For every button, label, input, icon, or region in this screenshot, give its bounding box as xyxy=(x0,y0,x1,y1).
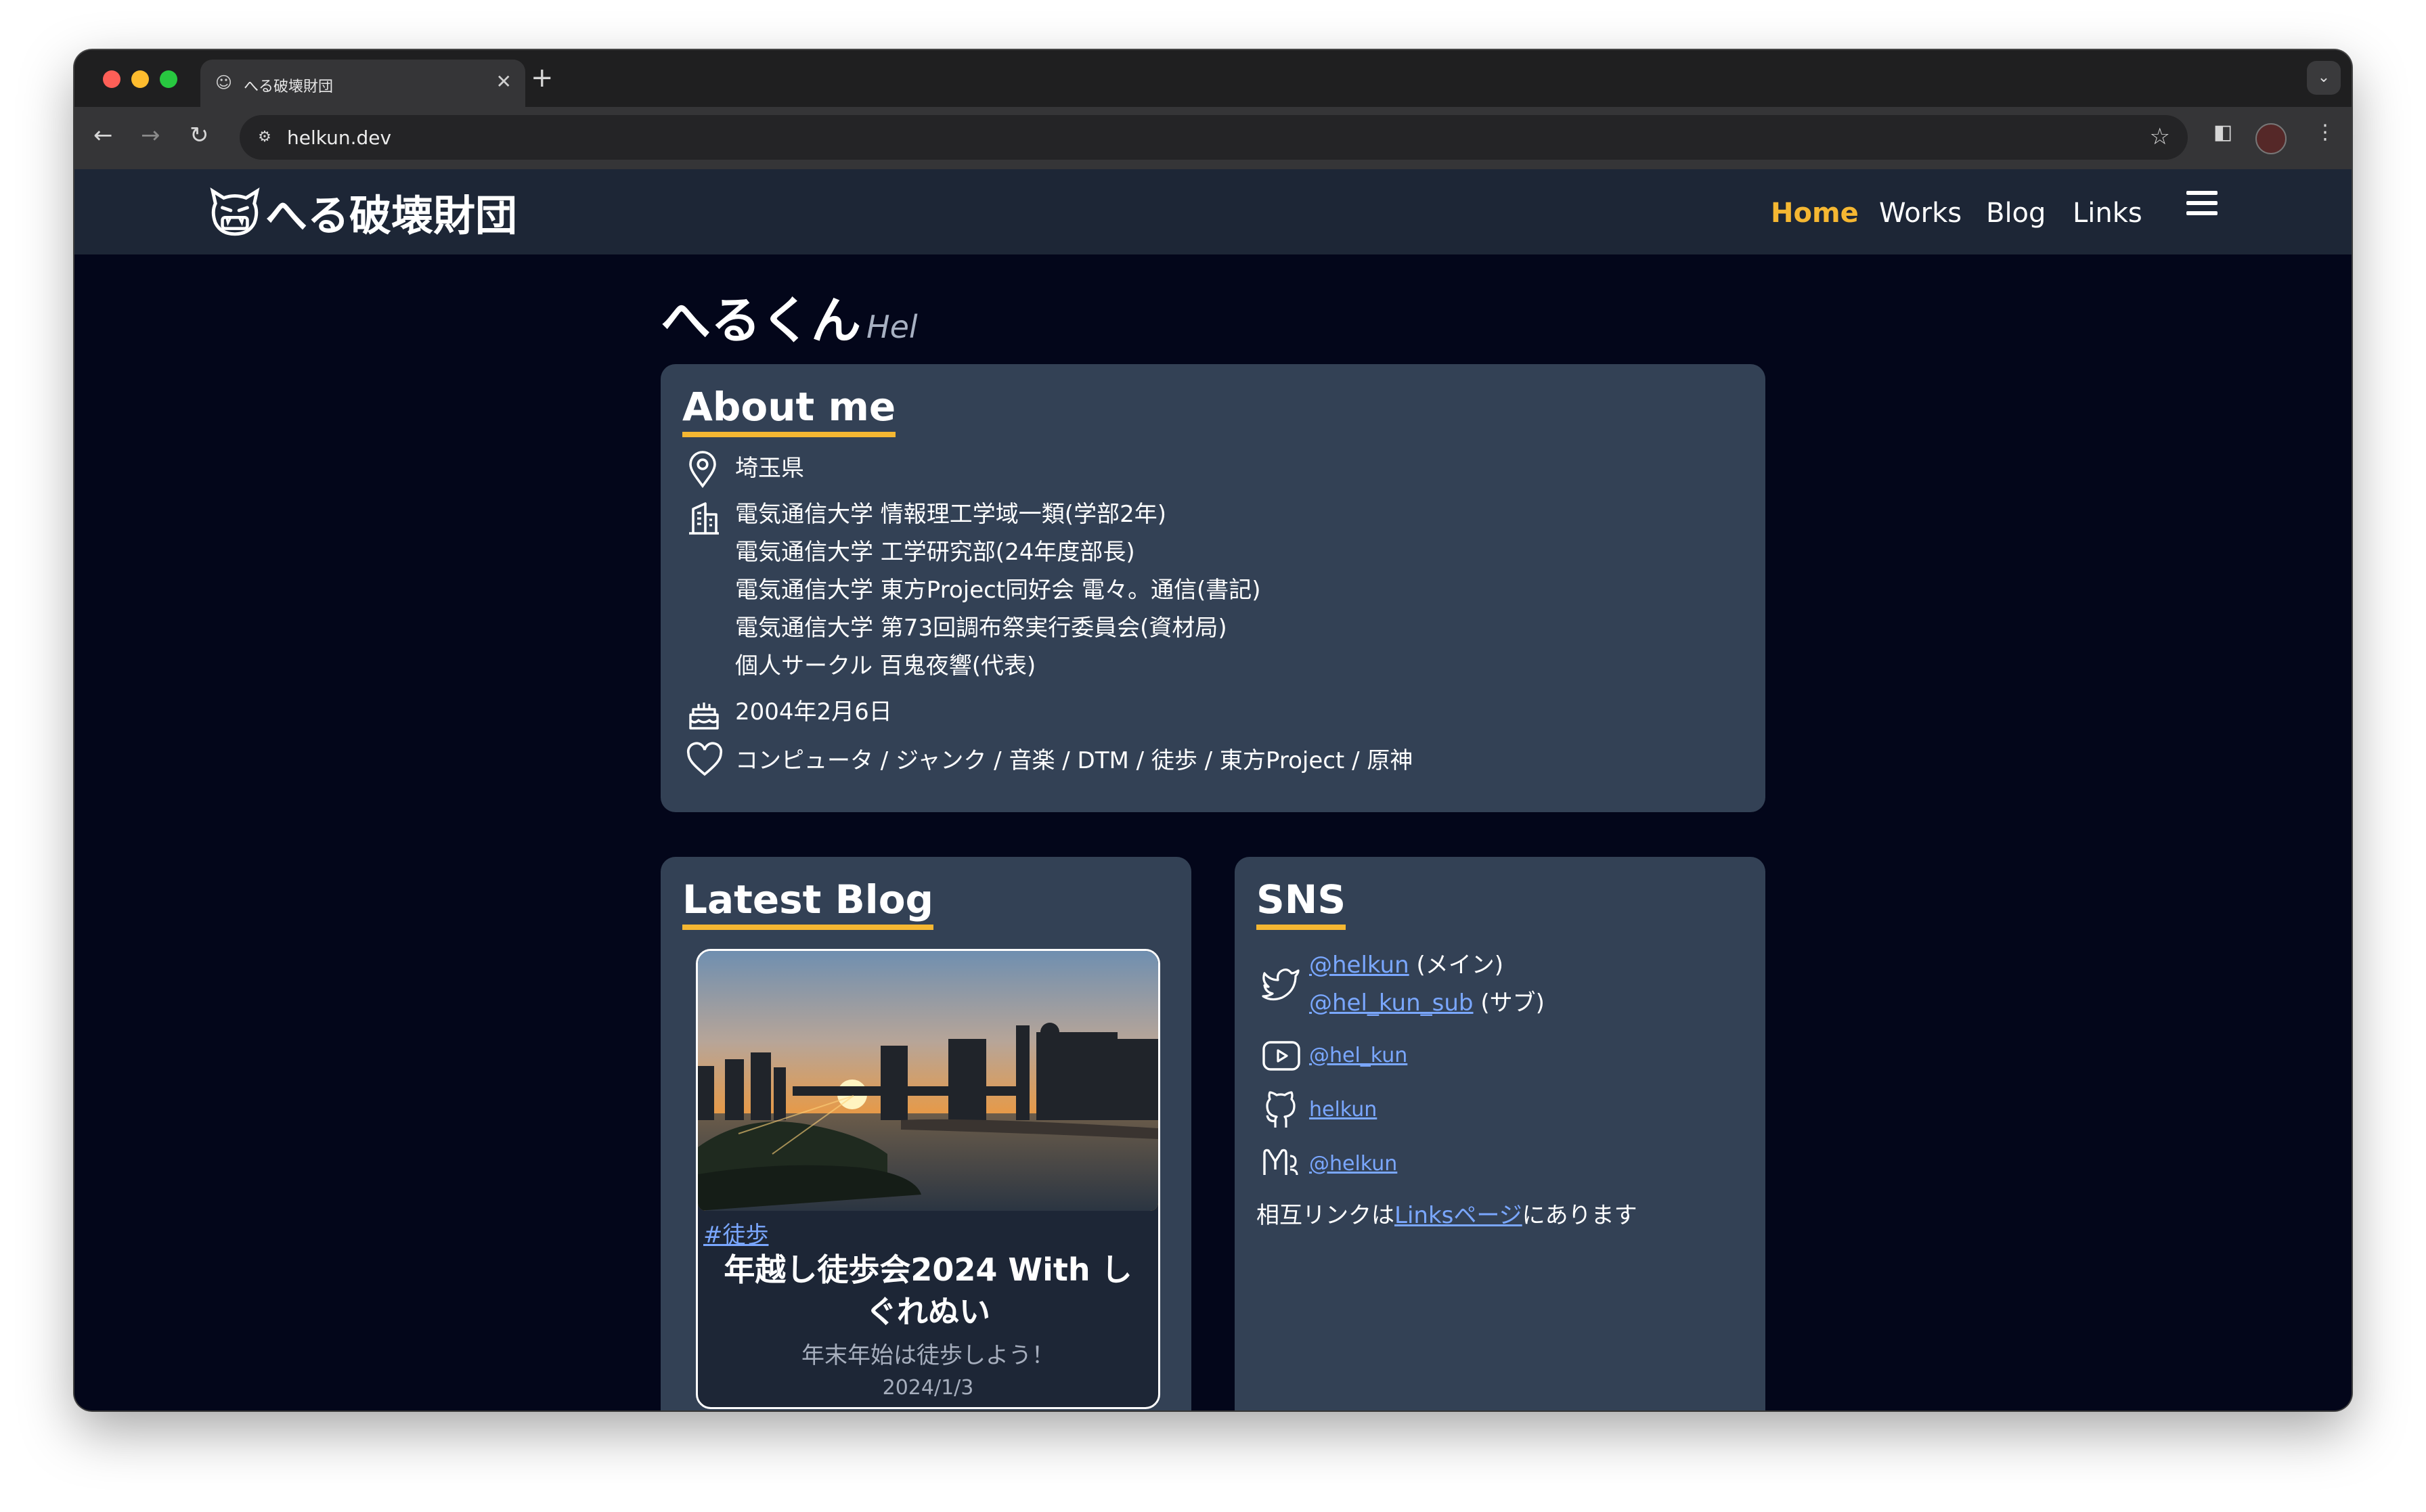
tab-search-chevron-icon[interactable]: ⌄ xyxy=(2307,61,2341,95)
twitter-bird-icon xyxy=(1262,969,1300,1001)
blog-post-tag[interactable]: #徒歩 xyxy=(703,1216,769,1249)
twitter-sub-link[interactable]: @hel_kun_sub xyxy=(1309,990,1474,1017)
latest-blog-title: Latest Blog xyxy=(682,878,934,930)
nav-works[interactable]: Works xyxy=(1879,198,1962,229)
links-note-prefix: 相互リンクは xyxy=(1256,1202,1394,1229)
links-page-link[interactable]: Linksページ xyxy=(1394,1202,1522,1229)
heart-icon xyxy=(686,742,723,776)
about-me-card: About me 埼玉県 電気通信大学 情報理工学域一類(学部2年) 電気通信大… xyxy=(661,364,1765,812)
address-bar[interactable]: ⚙ helkun.dev ☆ xyxy=(240,115,2188,160)
building-icon xyxy=(689,502,719,535)
nav-home[interactable]: Home xyxy=(1771,198,1859,229)
location-text: 埼玉県 xyxy=(735,455,804,482)
location-pin-icon xyxy=(689,451,716,489)
affiliation-item: 電気通信大学 工学研究部(24年度部長) xyxy=(735,539,1135,566)
twitter-main-note: (メイン) xyxy=(1416,952,1503,979)
youtube-link[interactable]: @hel_kun xyxy=(1309,1044,1407,1067)
hamburger-menu-icon[interactable] xyxy=(2186,191,2218,218)
forward-arrow-icon[interactable]: → xyxy=(141,122,160,149)
demon-mask-icon xyxy=(210,187,260,236)
site-settings-icon[interactable]: ⚙ xyxy=(252,125,278,150)
misskey-icon xyxy=(1263,1149,1298,1176)
browser-tab[interactable]: ☺ へる破壊財団 ✕ xyxy=(200,60,525,107)
close-tab-icon[interactable]: ✕ xyxy=(496,70,512,93)
blog-post-description: 年末年始は徒歩しよう！ xyxy=(801,1342,1055,1369)
sns-title: SNS xyxy=(1256,878,1346,930)
likes-text: コンピュータ / ジャンク / 音楽 / DTM / 徒歩 / 東方Projec… xyxy=(735,747,1413,774)
about-me-title: About me xyxy=(682,385,896,437)
address-url[interactable]: helkun.dev xyxy=(287,127,391,149)
twitter-sub-row: @hel_kun_sub (サブ) xyxy=(1309,990,1545,1017)
blog-post-card[interactable]: #徒歩 年越し徒歩会2024 With しぐれぬい 年末年始は徒歩しよう！ 20… xyxy=(696,949,1160,1409)
sns-card: SNS @helkun (メイン) @hel_kun_sub (サブ) @hel… xyxy=(1235,857,1765,1410)
nav-blog[interactable]: Blog xyxy=(1986,198,2046,229)
youtube-row: @hel_kun xyxy=(1309,1044,1407,1068)
close-window-button[interactable] xyxy=(103,70,120,88)
twitter-sub-note: (サブ) xyxy=(1480,990,1545,1017)
nav-links[interactable]: Links xyxy=(2073,198,2142,229)
browser-toolbar: ← → ↻ ⚙ helkun.dev ☆ ◧ ⋮ xyxy=(74,107,2352,169)
affiliation-item: 電気通信大学 第73回調布祭実行委員会(資材局) xyxy=(735,615,1227,642)
tab-title: へる破壊財団 xyxy=(244,79,334,95)
github-link[interactable]: helkun xyxy=(1309,1098,1377,1121)
browser-window: ☺ へる破壊財団 ✕ + ⌄ ← → ↻ ⚙ helkun.dev ☆ ◧ ⋮ xyxy=(74,50,2352,1410)
blog-post-thumbnail xyxy=(698,951,1158,1211)
affiliation-item: 個人サークル 百鬼夜響(代表) xyxy=(735,652,1036,680)
site-logo[interactable]: へる破壊財団 xyxy=(207,183,517,241)
profile-alias: Hel xyxy=(866,309,918,345)
minimize-window-button[interactable] xyxy=(131,70,149,88)
misskey-row: @helkun xyxy=(1309,1152,1397,1176)
page-title: へるくん Hel xyxy=(661,280,918,353)
site-logo-text: へる破壊財団 xyxy=(265,191,518,240)
twitter-main-link[interactable]: @helkun xyxy=(1309,952,1409,979)
profile-name: へるくん xyxy=(661,292,861,350)
twitter-main-row: @helkun (メイン) xyxy=(1309,952,1503,979)
birthday-cake-icon xyxy=(689,703,719,730)
side-panel-icon[interactable]: ◧ xyxy=(2213,120,2232,144)
more-menu-icon[interactable]: ⋮ xyxy=(2315,120,2335,144)
profile-avatar[interactable] xyxy=(2255,123,2287,154)
links-note-suffix: にあります xyxy=(1522,1202,1637,1229)
maximize-window-button[interactable] xyxy=(160,70,177,88)
misskey-link[interactable]: @helkun xyxy=(1309,1152,1397,1176)
birthday-text: 2004年2月6日 xyxy=(735,698,892,726)
bookmark-star-icon[interactable]: ☆ xyxy=(2150,123,2170,150)
blog-post-date: 2024/1/3 xyxy=(882,1376,974,1400)
blog-post-title[interactable]: 年越し徒歩会2024 With しぐれぬい xyxy=(711,1249,1145,1333)
site-header: へる破壊財団 Home Works Blog Links xyxy=(74,169,2352,254)
back-arrow-icon[interactable]: ← xyxy=(93,122,113,149)
reload-icon[interactable]: ↻ xyxy=(190,122,209,149)
tab-bar: ☺ へる破壊財団 ✕ + ⌄ xyxy=(74,50,2352,107)
affiliation-item: 電気通信大学 東方Project同好会 電々。通信(書記) xyxy=(735,577,1261,604)
site-favicon-icon: ☺ xyxy=(215,73,233,92)
youtube-icon xyxy=(1262,1041,1300,1071)
affiliation-item: 電気通信大学 情報理工学域一類(学部2年) xyxy=(735,501,1166,528)
new-tab-button[interactable]: + xyxy=(531,62,554,93)
latest-blog-card: Latest Blog #徒歩 年越し徒歩会2024 With しぐれぬい 年末… xyxy=(661,857,1191,1410)
github-row: helkun xyxy=(1309,1098,1377,1122)
links-note: 相互リンクはLinksページにあります xyxy=(1256,1202,1637,1230)
github-icon xyxy=(1266,1091,1296,1128)
